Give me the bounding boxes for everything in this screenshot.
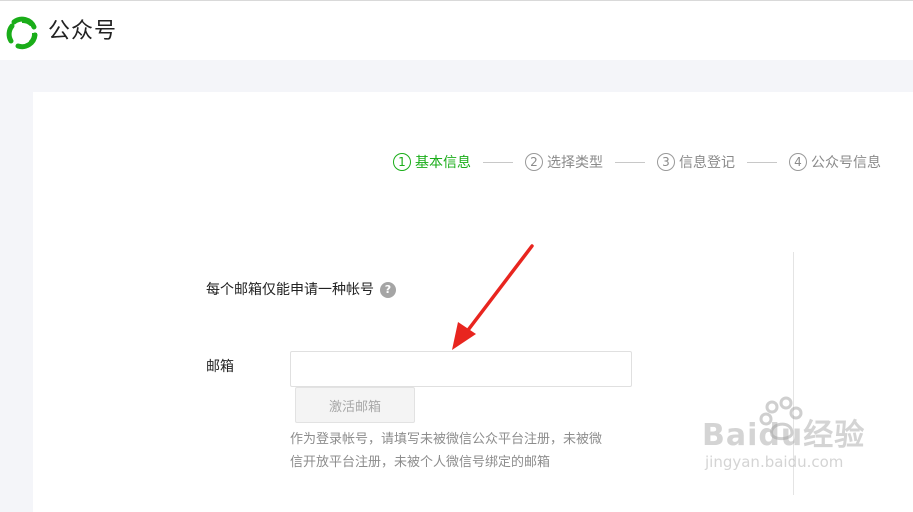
progress-steps: 1 基本信息 2 选择类型 3 信息登记 4 公众号信息: [393, 150, 881, 174]
step-number-3: 3: [657, 153, 675, 171]
step-select-type: 2 选择类型: [525, 152, 603, 172]
step-divider: [483, 161, 513, 163]
step-account-info: 4 公众号信息: [789, 152, 881, 172]
step-label-select-type: 选择类型: [547, 155, 603, 171]
step-number-2: 2: [525, 153, 543, 171]
activate-email-button[interactable]: 激活邮箱: [295, 387, 415, 423]
email-notice-text: 每个邮箱仅能申请一种帐号: [206, 282, 374, 298]
top-header: 公众号: [0, 0, 913, 60]
step-label-info-registration: 信息登记: [679, 155, 735, 171]
question-circle-icon[interactable]: ?: [380, 282, 396, 298]
step-number-4: 4: [789, 153, 807, 171]
red-arrow-annotation: [452, 244, 534, 350]
step-info-registration: 3 信息登记: [657, 152, 735, 172]
step-basic-info: 1 基本信息: [393, 152, 471, 172]
step-divider: [615, 161, 645, 163]
step-label-basic-info: 基本信息: [415, 155, 471, 171]
step-divider: [747, 161, 777, 163]
brand-title: 公众号: [48, 19, 118, 44]
wechat-official-account-logo-icon[interactable]: [4, 15, 40, 51]
watermark-main-text: Baidu经验: [702, 418, 866, 453]
watermark-url-text: jingyan.baidu.com: [705, 453, 844, 471]
step-number-1: 1: [393, 153, 411, 171]
baidu-jingyan-watermark: Baidu经验 jingyan.baidu.com: [700, 395, 890, 490]
email-label: 邮箱: [206, 359, 234, 375]
email-hint-text: 作为登录帐号，请填写未被微信公众平台注册，未被微信开放平台注册，未被个人微信号绑…: [290, 432, 603, 470]
email-notice: 每个邮箱仅能申请一种帐号 ?: [206, 280, 396, 300]
step-label-account-info: 公众号信息: [811, 155, 881, 171]
